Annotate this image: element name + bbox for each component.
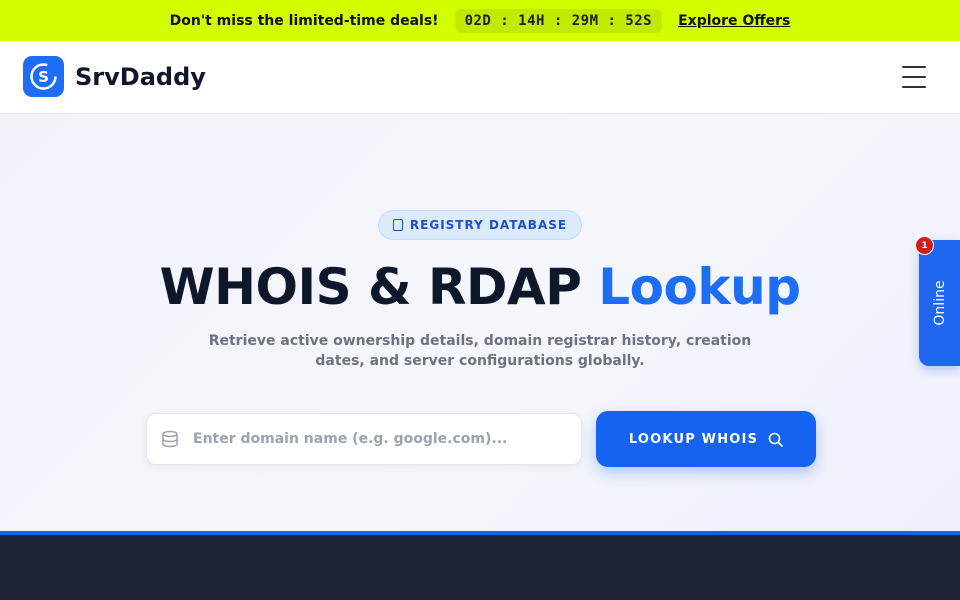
logo-icon: S [23,56,64,97]
database-icon [392,219,403,231]
explore-offers-link[interactable]: Explore Offers [678,13,790,29]
promo-bar: Don't miss the limited-time deals! 02D :… [0,0,960,41]
hero-subtitle: Retrieve active ownership details, domai… [208,333,752,369]
lookup-button-label: LOOKUP WHOIS [628,431,759,447]
registry-badge: REGISTRY DATABASE [378,210,582,240]
search-box [146,413,582,465]
promo-text: Don't miss the limited-time deals! [169,12,439,29]
lookup-whois-button[interactable]: LOOKUP WHOIS [596,411,816,467]
domain-search-input[interactable] [193,431,553,447]
online-chat-tab[interactable]: Online [919,240,960,366]
hamburger-menu-icon[interactable] [902,66,926,88]
hero-section [0,114,960,531]
brand-name: SrvDaddy [75,62,206,91]
brand-logo[interactable]: S SrvDaddy [23,56,206,97]
database-icon [162,430,178,448]
dark-section [0,535,960,600]
navbar: S SrvDaddy [0,41,960,114]
page-title: WHOIS & RDAP Lookup [0,258,960,316]
countdown-timer: 02D : 14H : 29M : 52S [454,8,663,33]
notification-badge: 1 [915,236,934,255]
title-main: WHOIS & RDAP [159,258,599,316]
online-label: Online [931,280,948,326]
search-icon [768,432,783,447]
svg-text:S: S [38,68,49,86]
title-accent: Lookup [598,258,801,316]
badge-label: REGISTRY DATABASE [409,218,568,232]
